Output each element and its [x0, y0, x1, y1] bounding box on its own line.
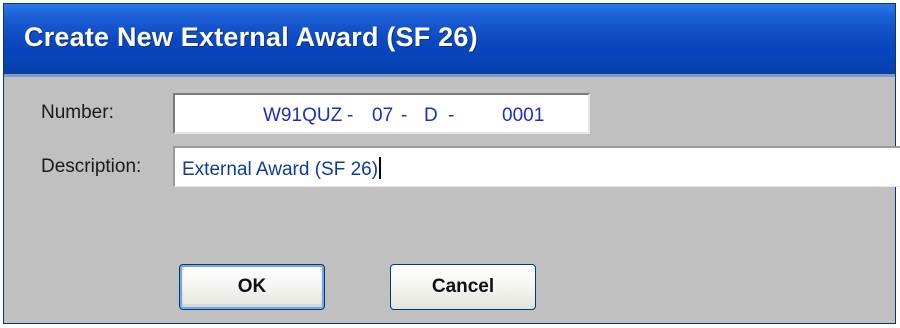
description-label: Description:: [41, 156, 142, 177]
number-sequence[interactable]: 0001: [502, 105, 544, 127]
ok-button[interactable]: OK: [179, 264, 325, 310]
text-caret: [379, 157, 382, 179]
cancel-button[interactable]: Cancel: [390, 264, 536, 310]
description-value: External Award (SF 26): [182, 157, 382, 181]
number-separator: -: [401, 105, 408, 126]
number-year[interactable]: 07: [372, 105, 393, 127]
number-field[interactable]: W91QUZ - 07 - D - 0001: [173, 93, 590, 134]
number-prefix[interactable]: W91QUZ: [263, 105, 342, 127]
dialog-titlebar[interactable]: Create New External Award (SF 26): [4, 4, 895, 74]
description-field[interactable]: External Award (SF 26): [173, 146, 900, 187]
dialog-title: Create New External Award (SF 26): [24, 22, 478, 52]
titlebar-divider: [4, 74, 895, 77]
number-separator: -: [347, 105, 354, 126]
number-type[interactable]: D: [424, 105, 438, 127]
number-separator: -: [448, 105, 455, 126]
number-label: Number:: [41, 102, 114, 123]
description-text: External Award (SF 26): [182, 159, 379, 180]
create-external-award-dialog: Create New External Award (SF 26) Number…: [3, 3, 900, 324]
